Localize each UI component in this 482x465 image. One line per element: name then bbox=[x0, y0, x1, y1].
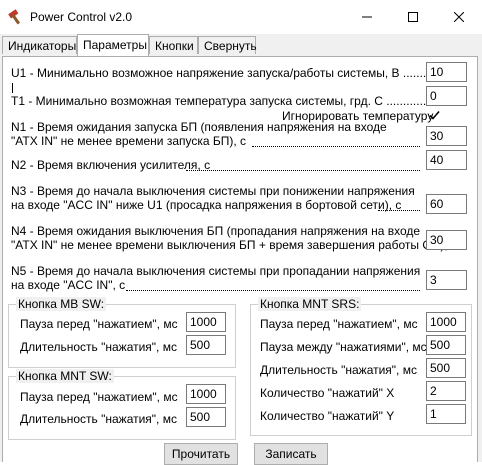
ignore-temp-checkbox[interactable] bbox=[428, 109, 441, 122]
n2-label: N2 - Время включения усилителя, с bbox=[11, 158, 211, 172]
minimize-button[interactable] bbox=[344, 0, 390, 34]
mnt-srs-between-label: Пауза между "нажатиями", мс bbox=[260, 340, 427, 354]
dot-leader bbox=[126, 290, 420, 291]
hammer-icon bbox=[8, 9, 21, 25]
n1-label-line1: N1 - Время ожидания запуска БП (появлени… bbox=[11, 120, 387, 134]
n5-label-line1: N5 - Время до начала выключения системы … bbox=[11, 264, 421, 278]
tab-minimize[interactable]: Свернуть bbox=[198, 36, 257, 54]
n4-label-line1: N4 - Время ожидания выключения БП (пропа… bbox=[11, 224, 421, 238]
mnt-srs-count-y-label: Количество "нажатий" Y bbox=[260, 409, 395, 423]
mnt-srs-duration-input[interactable]: 500 bbox=[426, 358, 466, 378]
n3-label-line2: на входе "ACC IN" ниже U1 (просадка напр… bbox=[11, 198, 402, 212]
t1-label: T1 - Минимально возможная температура за… bbox=[11, 94, 453, 108]
n1-label-line2: "ATX IN" не менее времени запуска БП), с bbox=[11, 134, 247, 148]
tab-buttons[interactable]: Кнопки bbox=[149, 36, 198, 54]
n4-input[interactable]: 30 bbox=[426, 230, 467, 250]
mb-sw-duration-label: Длительность "нажатия", мс bbox=[20, 340, 177, 354]
mnt-srs-count-x-label: Количество "нажатий" X bbox=[260, 386, 395, 400]
dot-leader bbox=[186, 170, 420, 171]
group-mb-sw-title: Кнопка MB SW: bbox=[16, 297, 107, 311]
close-button[interactable] bbox=[436, 0, 482, 34]
n5-label-line2: на входе "ACC IN", с bbox=[11, 278, 126, 292]
mnt-srs-between-input[interactable]: 500 bbox=[426, 335, 466, 355]
mnt-sw-duration-input[interactable]: 500 bbox=[186, 407, 226, 427]
window-client: Индикаторы Параметры Кнопки Свернуть U1 … bbox=[0, 34, 482, 465]
mb-sw-pause-label: Пауза перед "нажатием", мс bbox=[20, 317, 178, 331]
mnt-srs-pause-label: Пауза перед "нажатием", мс bbox=[260, 317, 418, 331]
mnt-srs-pause-input[interactable]: 1000 bbox=[426, 312, 466, 332]
dot-leader bbox=[378, 210, 420, 211]
n1-input[interactable]: 30 bbox=[426, 126, 467, 146]
mnt-sw-duration-label: Длительность "нажатия", мс bbox=[20, 412, 177, 426]
tab-indicators[interactable]: Индикаторы bbox=[2, 36, 77, 54]
mb-sw-duration-input[interactable]: 500 bbox=[186, 335, 226, 355]
u1-label: U1 - Минимально возможное напряжение зап… bbox=[11, 66, 450, 80]
close-icon bbox=[454, 12, 464, 22]
n3-input[interactable]: 60 bbox=[426, 194, 467, 214]
group-mnt-sw-title: Кнопка MNT SW: bbox=[16, 369, 114, 383]
window-title: Power Control v2.0 bbox=[30, 10, 133, 24]
mnt-sw-pause-label: Пауза перед "нажатием", мс bbox=[20, 390, 178, 404]
mnt-srs-count-x-input[interactable]: 2 bbox=[426, 381, 466, 401]
mnt-sw-pause-input[interactable]: 1000 bbox=[186, 384, 226, 404]
text-cursor bbox=[12, 83, 13, 93]
mnt-srs-count-y-input[interactable]: 1 bbox=[426, 404, 466, 424]
maximize-button[interactable] bbox=[390, 0, 436, 34]
tab-parameters[interactable]: Параметры bbox=[77, 34, 149, 56]
group-mnt-srs-title: Кнопка MNT SRS: bbox=[258, 297, 362, 311]
n2-input[interactable]: 40 bbox=[426, 150, 467, 170]
n5-input[interactable]: 3 bbox=[426, 270, 467, 290]
title-bar: Power Control v2.0 bbox=[0, 0, 482, 34]
n4-label-line2: "ATX IN" не менее времени выключения БП … bbox=[11, 238, 457, 252]
t1-input[interactable]: 0 bbox=[426, 86, 467, 106]
u1-input[interactable]: 10 bbox=[426, 62, 467, 82]
n3-label-line1: N3 - Время до начала выключения системы … bbox=[11, 184, 415, 198]
maximize-icon bbox=[408, 12, 418, 22]
minimize-icon bbox=[362, 16, 372, 18]
dot-leader bbox=[252, 146, 420, 147]
mnt-srs-duration-label: Длительность "нажатия", мс bbox=[260, 363, 417, 377]
mb-sw-pause-input[interactable]: 1000 bbox=[186, 312, 226, 332]
